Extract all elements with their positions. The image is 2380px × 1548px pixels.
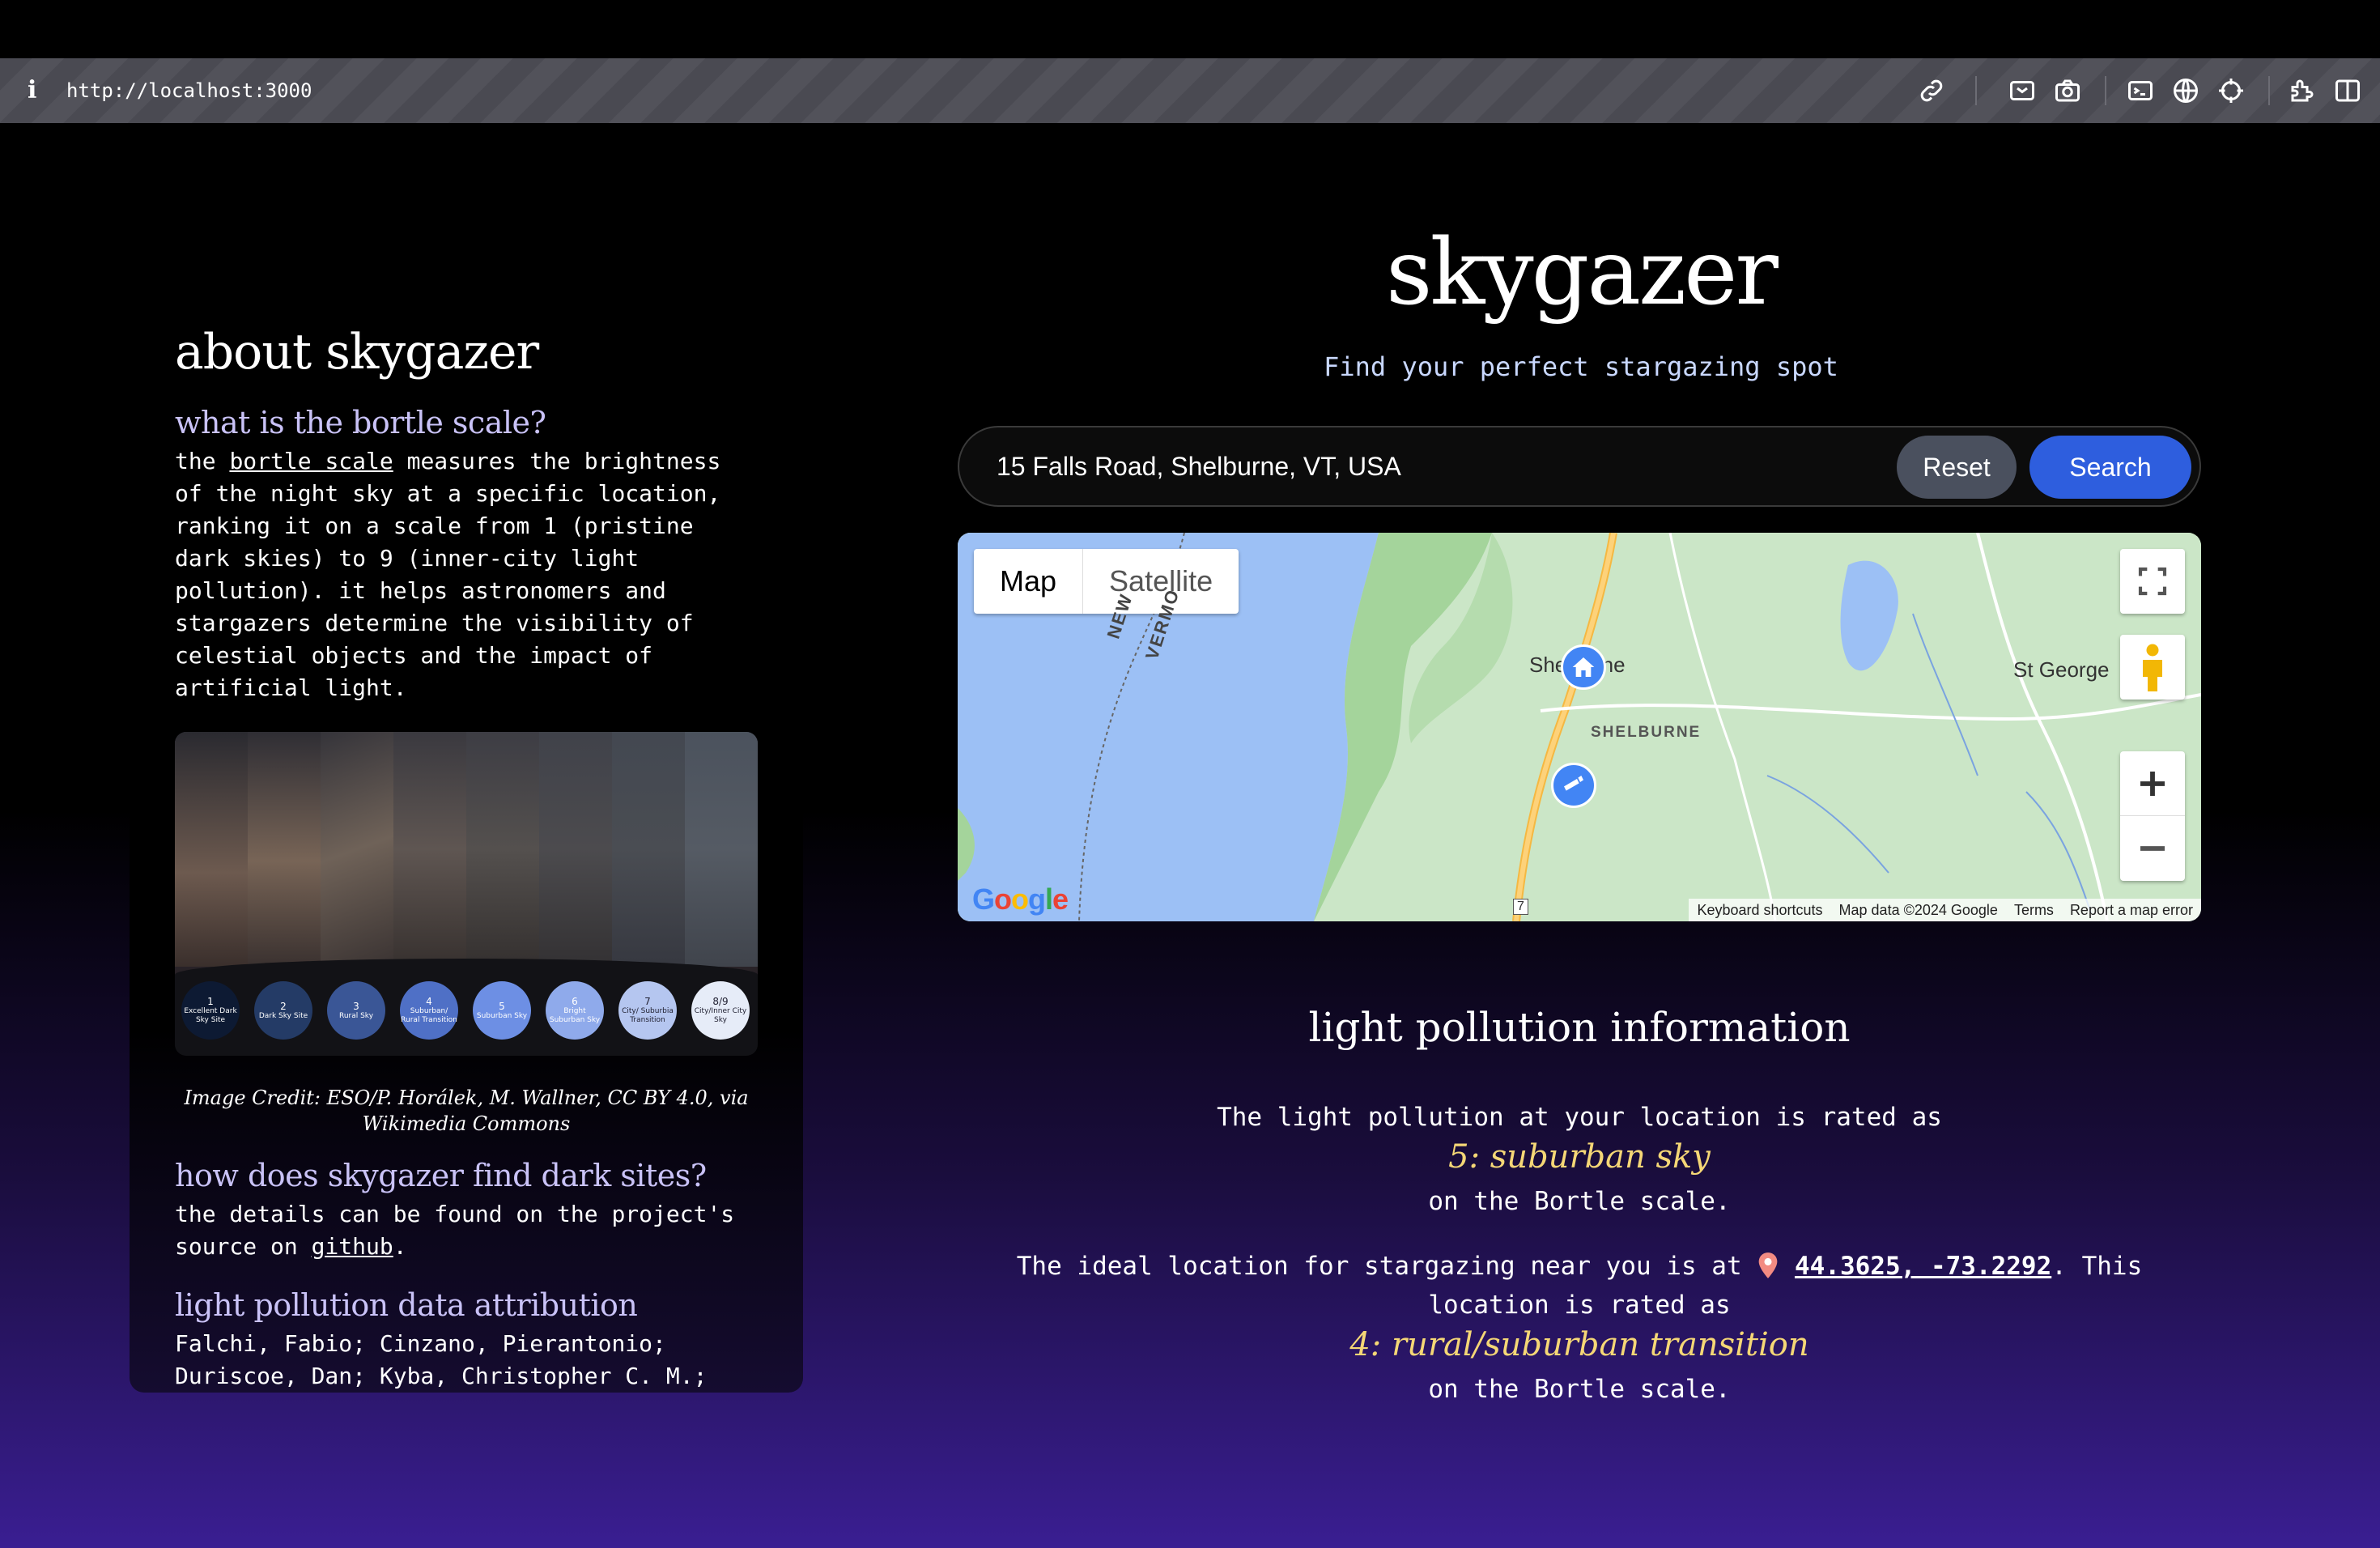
- attribution-text: Falchi, Fabio; Cinzano, Pierantonio; Dur…: [175, 1330, 708, 1389]
- zoom-out-button[interactable]: [2120, 816, 2185, 881]
- search-bar: Reset Search: [958, 426, 2201, 507]
- toolbar-divider: [1975, 76, 1977, 105]
- browser-url-bar: i http://localhost:3000: [0, 58, 2380, 123]
- pegman-icon: [2143, 644, 2162, 691]
- terms-link[interactable]: Terms: [2006, 902, 2062, 919]
- ideal-rating-prefix: location is rated as: [1428, 1291, 1731, 1320]
- current-rating-suffix: on the Bortle scale.: [1428, 1187, 1731, 1216]
- map-type-control: Map Satellite: [974, 549, 1239, 614]
- dark-sites-text: the details can be found on the project'…: [175, 1201, 735, 1260]
- location-pin-icon: [1758, 1252, 1778, 1278]
- reset-button[interactable]: Reset: [1897, 436, 2017, 499]
- github-link[interactable]: github: [312, 1233, 393, 1260]
- bortle-circle-1: 1 Excellent Dark Sky Site: [181, 981, 240, 1040]
- map-attribution: Keyboard shortcuts Map data ©2024 Google…: [1689, 899, 2201, 921]
- minus-icon: [2140, 846, 2165, 851]
- attribution-heading: light pollution data attribution: [175, 1287, 638, 1323]
- screenshot-icon[interactable]: [2008, 76, 2037, 105]
- page-title: skygazer: [1386, 220, 1779, 325]
- ideal-rating-suffix: on the Bortle scale.: [1428, 1375, 1731, 1404]
- bortle-scale-link[interactable]: bortle scale: [229, 448, 393, 474]
- street-view-button[interactable]: [2120, 635, 2185, 700]
- telescope-icon: [1564, 776, 1583, 797]
- plus-icon: [2140, 771, 2165, 796]
- ideal-rating-value: 4: rural/suburban transition: [1349, 1326, 1809, 1363]
- home-marker[interactable]: [1561, 644, 1606, 690]
- link-icon[interactable]: [1917, 76, 1946, 105]
- google-logo: Google: [972, 882, 1069, 916]
- toolbar-divider: [2105, 76, 2106, 105]
- page-subtitle: Find your perfect stargazing spot: [1324, 351, 1838, 382]
- bortle-section-heading: what is the bortle scale?: [175, 405, 546, 440]
- keyboard-shortcuts-link[interactable]: Keyboard shortcuts: [1689, 902, 1830, 919]
- image-credit: Image Credit: ESO/P. Horálek, M. Wallner…: [184, 1087, 749, 1135]
- terminal-icon[interactable]: [2126, 76, 2155, 105]
- about-sidebar: about skygazer what is the bortle scale?…: [130, 300, 803, 1393]
- ideal-coordinates-link[interactable]: 44.3625, -73.2292: [1795, 1252, 2051, 1281]
- light-pollution-heading: light pollution information: [1308, 1004, 1851, 1051]
- dark-site-marker[interactable]: [1551, 763, 1596, 808]
- sidebar-heading: about skygazer: [175, 324, 539, 381]
- bortle-circle-8-9: 8/9 City/Inner City Sky: [691, 981, 750, 1040]
- map-label-st-george: St George: [2013, 657, 2110, 682]
- zoom-controls: [2120, 751, 2185, 881]
- bortle-circle-5: 5 Suburban Sky: [473, 981, 531, 1040]
- map-data-text: Map data ©2024 Google: [1838, 901, 1998, 918]
- fullscreen-icon: [2138, 567, 2167, 596]
- current-rating-prefix: The light pollution at your location is …: [1217, 1103, 1942, 1132]
- current-rating-value: 5: suburban sky: [1448, 1138, 1711, 1176]
- fullscreen-button[interactable]: [2120, 549, 2185, 614]
- route-shield: 7: [1513, 899, 1528, 915]
- crosshair-icon[interactable]: [2216, 76, 2246, 105]
- globe-icon[interactable]: [2171, 76, 2200, 105]
- search-button[interactable]: Search: [2029, 436, 2191, 499]
- bortle-circle-2: 2 Dark Sky Site: [254, 981, 312, 1040]
- zoom-in-button[interactable]: [2120, 751, 2185, 816]
- dark-sites-heading: how does skygazer find dark sites?: [175, 1158, 707, 1193]
- bortle-circle-6: 6 Bright Suburban Sky: [546, 981, 604, 1040]
- map-view-button[interactable]: Map: [974, 549, 1084, 614]
- info-icon[interactable]: i: [28, 76, 36, 104]
- address-input[interactable]: [997, 427, 1855, 505]
- extensions-icon[interactable]: [2288, 76, 2317, 105]
- ideal-location-line: The ideal location for stargazing near y…: [1016, 1252, 2143, 1281]
- report-error-link[interactable]: Report a map error: [2062, 902, 2201, 919]
- split-view-icon[interactable]: [2333, 76, 2362, 105]
- bortle-circle-3: 3 Rural Sky: [327, 981, 385, 1040]
- map-label-shelburne-area: SHELBURNE: [1591, 724, 1702, 741]
- url-text[interactable]: http://localhost:3000: [66, 79, 312, 102]
- bortle-circle-7: 7 City/ Suburbia Transition: [618, 981, 677, 1040]
- window-top-strip: [0, 0, 2380, 58]
- toolbar-divider: [2268, 76, 2270, 105]
- camera-icon[interactable]: [2053, 76, 2082, 105]
- bortle-circle-4: 4 Suburban/ Rural Transition: [400, 981, 458, 1040]
- home-icon: [1572, 657, 1595, 677]
- map-widget[interactable]: Map Satellite Shelburne SHELBURNE St Geo…: [958, 533, 2201, 921]
- bortle-section-text: the bortle scale measures the brightness…: [175, 448, 721, 701]
- bortle-scale-image: 1 Excellent Dark Sky Site 2 Dark Sky Site …: [175, 732, 758, 1056]
